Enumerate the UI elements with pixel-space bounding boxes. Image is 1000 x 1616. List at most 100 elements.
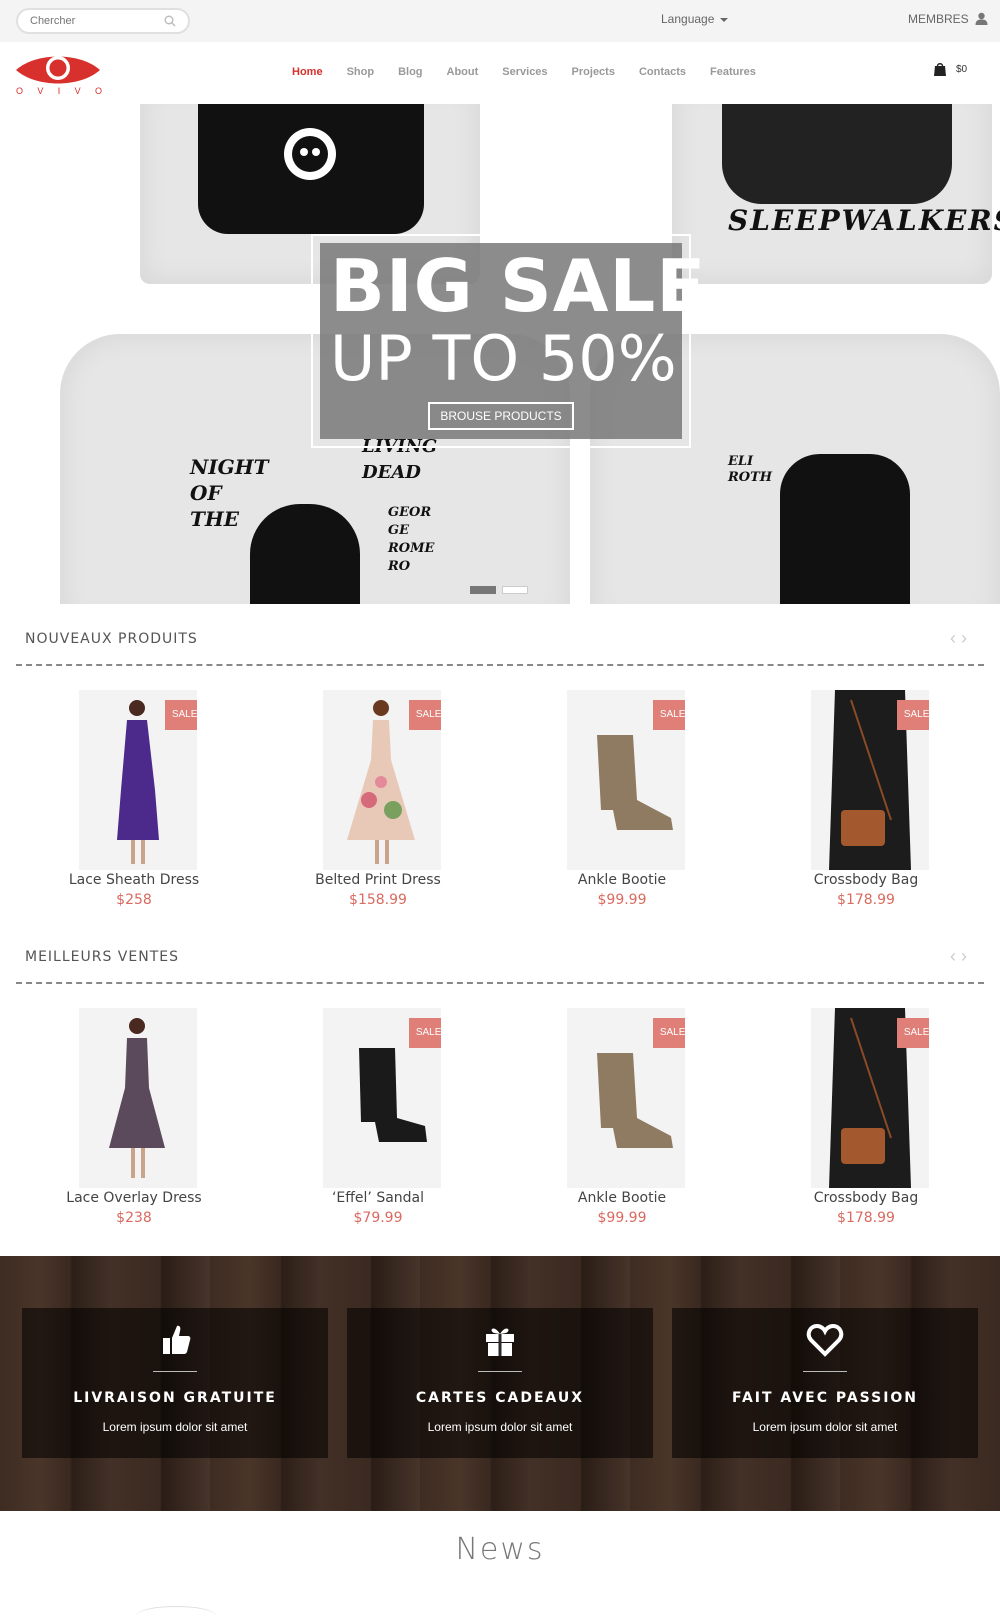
sale-badge: SALE!	[653, 700, 685, 730]
carousel-arrows[interactable]: ‹ ›	[950, 946, 967, 967]
shirt-text: NIGHT OF THE	[190, 455, 269, 531]
product-image[interactable]: SALE!	[323, 690, 441, 870]
product-name[interactable]: Crossbody Bag	[766, 1190, 966, 1206]
feature-title: CARTES CADEAUX	[415, 1390, 585, 1406]
product-price: $99.99	[597, 892, 647, 908]
main-nav: Home Shop Blog About Services Projects C…	[292, 66, 780, 78]
product-price: $99.99	[597, 1210, 647, 1226]
slider-dot[interactable]	[470, 586, 496, 594]
sale-badge: SALE!	[409, 1018, 441, 1048]
product-name[interactable]: Ankle Bootie	[522, 1190, 722, 1206]
nav-shop[interactable]: Shop	[347, 66, 375, 78]
feature-text: Lorem ipsum dolor sit amet	[752, 1420, 898, 1434]
logo-letter: I	[57, 86, 61, 96]
news-decor	[136, 1606, 216, 1616]
logo-letter: V	[37, 86, 44, 96]
skull-print-icon	[284, 128, 336, 180]
search-box[interactable]	[16, 8, 190, 34]
product-image[interactable]: SALE!	[567, 1008, 685, 1188]
nav-home[interactable]: Home	[292, 66, 323, 78]
nav-projects[interactable]: Projects	[572, 66, 615, 78]
nav-features[interactable]: Features	[710, 66, 756, 78]
product-image[interactable]	[79, 1008, 197, 1188]
product-name[interactable]: Lace Overlay Dress	[34, 1190, 234, 1206]
logo-letter: V	[74, 86, 81, 96]
shirt-print	[250, 504, 360, 604]
heart-icon	[806, 1323, 844, 1357]
news-heading: News	[455, 1532, 545, 1567]
sale-badge: SALE!	[409, 700, 441, 730]
shopping-bag-icon	[934, 63, 946, 76]
slider-dot[interactable]	[502, 586, 528, 594]
feature-title: FAIT AVEC PASSION	[731, 1390, 919, 1406]
gift-icon	[486, 1328, 514, 1356]
thumbs-up-icon	[163, 1325, 191, 1354]
sale-badge: SALE!	[165, 700, 197, 730]
sale-subline: UP TO 50%	[330, 322, 677, 395]
feature-card: FAIT AVEC PASSION Lorem ipsum dolor sit …	[672, 1308, 978, 1458]
shirt-text: GEOR GE ROME RO	[388, 505, 435, 574]
shirt-text: ELI ROTH	[728, 454, 773, 485]
feature-title: LIVRAISON GRATUITE	[73, 1390, 277, 1406]
slider-next-arrow[interactable]	[990, 324, 1000, 384]
sale-badge: SALE!	[897, 1018, 929, 1048]
feature-text: Lorem ipsum dolor sit amet	[427, 1420, 573, 1434]
members-link[interactable]: MEMBRES	[908, 12, 988, 26]
members-label: MEMBRES	[908, 12, 969, 26]
section-title: MEILLEURS VENTES	[25, 949, 179, 965]
slider-prev-arrow[interactable]	[0, 324, 10, 384]
nav-contacts[interactable]: Contacts	[639, 66, 686, 78]
feature-divider	[153, 1371, 197, 1372]
feature-divider	[803, 1371, 847, 1372]
logo-wordmark: O V I V O	[16, 86, 102, 96]
shirt-print	[780, 454, 910, 604]
product-price: $79.99	[353, 1210, 403, 1226]
product-price: $178.99	[837, 892, 895, 908]
sale-badge: SALE!	[653, 1018, 685, 1048]
product-name[interactable]: Belted Print Dress	[278, 872, 478, 888]
product-image[interactable]: SALE!	[567, 690, 685, 870]
section-title: NOUVEAUX PRODUITS	[25, 631, 198, 647]
features-band: LIVRAISON GRATUITE Lorem ipsum dolor sit…	[0, 1256, 1000, 1511]
hero-slider: SLEEPWALKERS NIGHT OF THE LIVING DEAD GE…	[0, 104, 1000, 604]
section-divider	[16, 982, 984, 984]
language-dropdown[interactable]: Language	[661, 12, 729, 26]
product-name[interactable]: Ankle Bootie	[522, 872, 722, 888]
shirt-text: SLEEPWALKERS	[728, 204, 1000, 237]
nav-blog[interactable]: Blog	[398, 66, 422, 78]
product-price: $158.99	[349, 892, 407, 908]
nav-about[interactable]: About	[447, 66, 479, 78]
logo-letter: O	[94, 86, 102, 96]
cart-button[interactable]: $0	[934, 62, 967, 76]
feature-card: LIVRAISON GRATUITE Lorem ipsum dolor sit…	[22, 1308, 328, 1458]
logo-letter: O	[16, 86, 24, 96]
product-price: $178.99	[837, 1210, 895, 1226]
language-label: Language	[661, 12, 715, 26]
search-input[interactable]	[30, 15, 150, 27]
nav-services[interactable]: Services	[502, 66, 547, 78]
sale-headline: BIG SALE	[330, 244, 707, 328]
main-header: O V I V O Home Shop Blog About Services …	[0, 42, 1000, 104]
feature-card: CARTES CADEAUX Lorem ipsum dolor sit ame…	[347, 1308, 653, 1458]
feature-text: Lorem ipsum dolor sit amet	[102, 1420, 248, 1434]
sale-badge: SALE!	[897, 700, 929, 730]
shirt-print	[722, 104, 952, 204]
dress-image	[109, 1018, 165, 1178]
product-image[interactable]: SALE!	[811, 690, 929, 870]
product-name[interactable]: Lace Sheath Dress	[34, 872, 234, 888]
product-name[interactable]: ‘Effel’ Sandal	[278, 1190, 478, 1206]
cart-amount: $0	[956, 63, 968, 75]
browse-products-button[interactable]: BROUSE PRODUCTS	[428, 402, 574, 430]
slider-pagination	[470, 586, 528, 594]
caret-down-icon	[720, 17, 729, 22]
product-image[interactable]: SALE!	[323, 1008, 441, 1188]
product-price: $258	[116, 892, 152, 908]
product-image[interactable]: SALE!	[811, 1008, 929, 1188]
search-icon[interactable]	[164, 15, 176, 27]
carousel-arrows[interactable]: ‹ ›	[950, 628, 967, 649]
product-name[interactable]: Crossbody Bag	[766, 872, 966, 888]
product-image[interactable]: SALE!	[79, 690, 197, 870]
feature-divider	[478, 1371, 522, 1372]
section-divider	[16, 664, 984, 666]
user-icon	[975, 12, 988, 25]
